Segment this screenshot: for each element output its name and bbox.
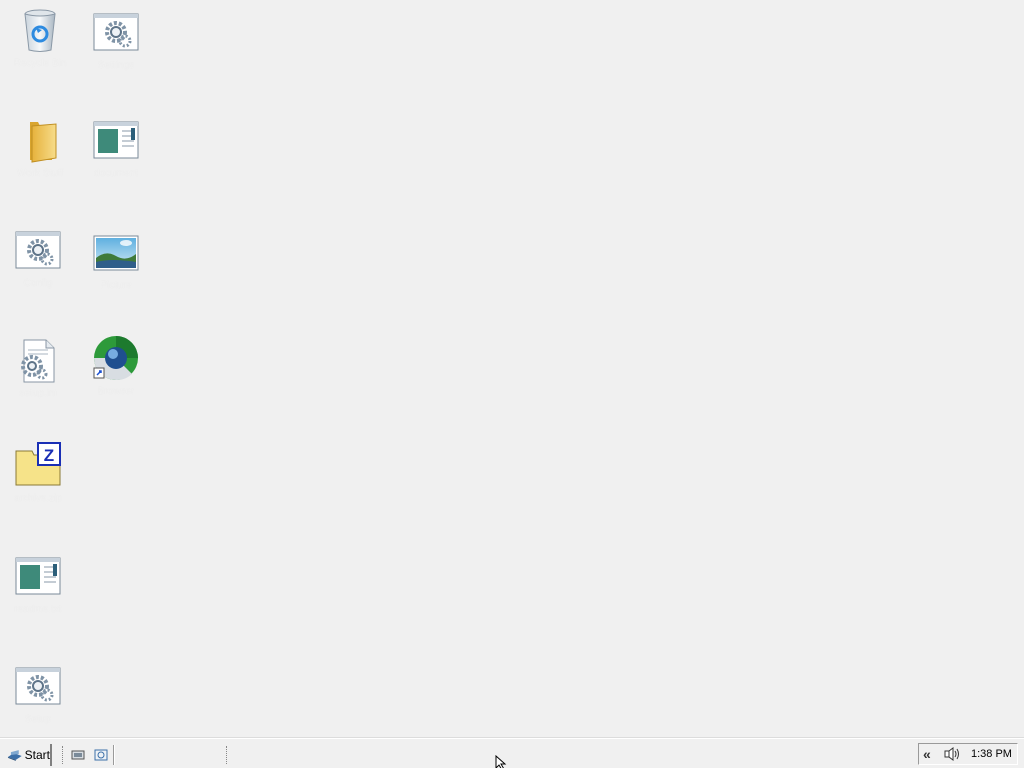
gear-window-icon bbox=[15, 667, 61, 705]
settings-file-shortcut[interactable]: setup.ini bbox=[0, 336, 76, 406]
clock[interactable]: 1:38 PM bbox=[971, 748, 1012, 760]
document-2-label: readme.txt bbox=[14, 604, 62, 615]
folder-icon bbox=[30, 122, 57, 163]
gear-file-icon bbox=[21, 339, 55, 383]
volume-icon[interactable] bbox=[943, 747, 961, 761]
zip-folder-shortcut[interactable]: Z archive.zip bbox=[0, 441, 76, 511]
document-1-shortcut[interactable]: document bbox=[78, 116, 154, 186]
taskbar-grip[interactable] bbox=[226, 746, 228, 764]
recycle-bin-label: Recycle Bin bbox=[13, 58, 67, 69]
folder-label: Work Stuff bbox=[16, 168, 64, 179]
settings-shortcut-1[interactable]: Settings bbox=[78, 8, 154, 78]
settings-shortcut-2[interactable]: Config bbox=[0, 226, 76, 296]
document-2-shortcut[interactable]: readme.txt bbox=[0, 552, 76, 622]
taskbar-separator bbox=[113, 745, 115, 765]
start-logo-icon bbox=[7, 750, 22, 761]
start-button[interactable]: Start bbox=[4, 744, 52, 766]
browser-globe-icon bbox=[93, 336, 138, 381]
landscape-image-icon bbox=[93, 235, 139, 271]
image-label: Picture bbox=[100, 280, 132, 291]
settings-shortcut-3[interactable]: Setup bbox=[0, 662, 76, 732]
recycle-bin-shortcut[interactable]: Recycle Bin bbox=[2, 6, 78, 76]
folder-shortcut[interactable]: Work Stuff bbox=[2, 116, 78, 186]
show-desktop-icon[interactable] bbox=[70, 747, 86, 763]
recycle-bin-icon bbox=[24, 9, 56, 52]
browser-shortcut[interactable]: Browser bbox=[78, 334, 154, 404]
toolbar-grip[interactable] bbox=[62, 746, 64, 764]
tray-expand-button[interactable]: « bbox=[923, 747, 939, 761]
switch-windows-icon[interactable] bbox=[93, 747, 109, 763]
document-window-icon bbox=[15, 557, 61, 595]
zip-folder-label: archive.zip bbox=[14, 493, 62, 504]
start-label: Start bbox=[24, 748, 50, 762]
system-tray: « 1:38 PM bbox=[918, 743, 1018, 765]
gear-window-icon bbox=[15, 231, 61, 269]
zip-folder-icon: Z bbox=[15, 442, 61, 486]
mouse-cursor-icon bbox=[495, 755, 507, 768]
settings-shortcut-2-label: Config bbox=[23, 278, 53, 289]
image-shortcut[interactable]: Picture bbox=[78, 228, 154, 298]
document-window-icon bbox=[93, 121, 139, 159]
settings-file-label: setup.ini bbox=[19, 388, 57, 399]
taskbar: Start « 1:38 PM bbox=[0, 738, 1024, 768]
gear-window-icon bbox=[93, 13, 139, 51]
settings-shortcut-3-label: Setup bbox=[24, 714, 52, 725]
document-1-label: document bbox=[94, 168, 138, 179]
settings-shortcut-1-label: Settings bbox=[97, 60, 135, 71]
browser-label: Browser bbox=[97, 386, 135, 397]
desktop: Recycle Bin Work Stuff Config setup.ini … bbox=[0, 0, 1024, 738]
svg-text:Z: Z bbox=[44, 446, 54, 465]
